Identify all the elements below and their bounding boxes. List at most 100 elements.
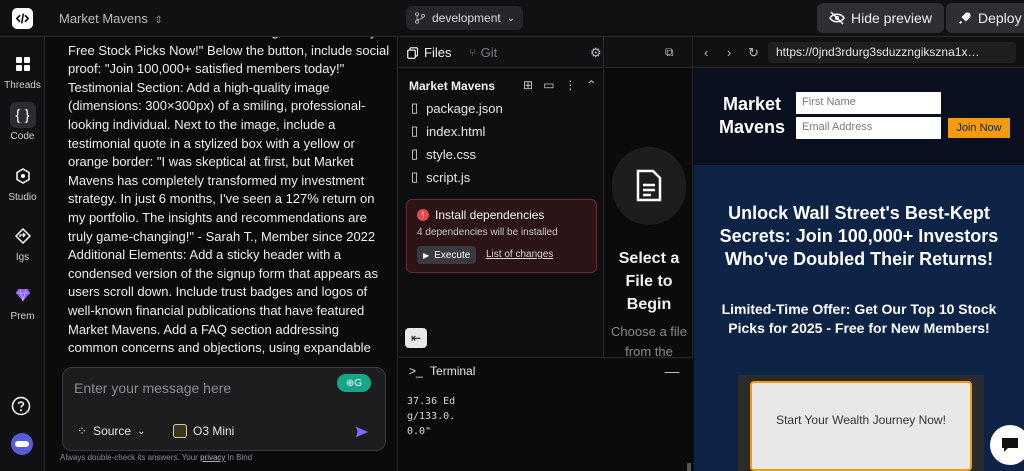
terminal-panel: >_ Terminal — 37.36 Ed g/133.0. 0.0" [399, 357, 693, 471]
disclaimer-text: Always double-check its answers. Your [60, 453, 198, 462]
grammarly-icon[interactable]: ⊕G [337, 374, 371, 392]
chevron-up-icon[interactable]: ⌃ [586, 78, 596, 92]
tab-files-label: Files [424, 45, 452, 60]
minimize-icon[interactable]: — [665, 363, 679, 379]
file-item[interactable]: ▯ package.json [411, 100, 503, 116]
chat-bubble-icon[interactable] [990, 425, 1024, 465]
new-folder-icon[interactable]: ▭ [543, 78, 554, 92]
site-logo: Market Mavens [718, 94, 786, 137]
cta-container: Start Your Wealth Journey Now! [738, 375, 984, 471]
cube-icon [10, 163, 36, 189]
hide-preview-button[interactable]: Hide preview [817, 3, 944, 33]
chevron-updown-icon: ⇕ [154, 15, 163, 26]
source-icon: ⁘ [77, 424, 88, 438]
rocket-icon [959, 12, 971, 24]
file-icon: ▯ [411, 100, 419, 115]
browser-bar: ‹ › ↻ https://0jnd3rdurg3sduzzngikszna1x… [694, 37, 1024, 68]
site-header: Market Mavens First Name Email Address J… [694, 69, 1024, 165]
grid-icon [10, 51, 36, 77]
tab-files[interactable]: Files [407, 45, 451, 60]
copy-icon [407, 46, 419, 59]
source-selector[interactable]: ⁘ Source ⌄ [77, 424, 145, 438]
cta-button[interactable]: Start Your Wealth Journey Now! [750, 381, 972, 471]
file-item[interactable]: ▯ style.css [411, 146, 476, 162]
message-input[interactable]: Enter your message here [74, 380, 231, 396]
avatar[interactable] [11, 433, 33, 455]
chat-panel: Add a bold CTA button in contrasting col… [46, 37, 398, 471]
first-name-field[interactable]: First Name [796, 92, 941, 114]
play-icon: ▶ [423, 250, 430, 260]
message-composer[interactable]: Enter your message here ⊕G ⁘ Source ⌄ O3… [62, 367, 386, 451]
file-name: script.js [426, 169, 471, 185]
email-field[interactable]: Email Address [796, 117, 941, 139]
file-name: index.html [426, 123, 486, 139]
forward-icon[interactable]: › [727, 45, 731, 60]
settings-icon[interactable]: ⚙ [590, 45, 602, 61]
model-label: O3 Mini [193, 424, 235, 438]
privacy-link[interactable]: privacy [200, 453, 225, 462]
help-icon[interactable] [11, 396, 31, 421]
branch-name: development [432, 11, 501, 25]
git-branch-icon [415, 12, 425, 24]
project-name: Market Mavens [59, 11, 148, 26]
terminal-scrollbar[interactable] [687, 463, 691, 471]
app-window: Market Mavens ⇕ development ⌄ Hide previ… [0, 0, 1024, 471]
deploy-label: Deploy [978, 10, 1022, 26]
rail-item-studio[interactable]: Studio [0, 163, 45, 203]
files-panel: Files ⑂ Git ⚙ Market Mavens ⊞ ▭ ⋮ ⌃ ▯ pac… [399, 37, 604, 357]
refresh-icon[interactable]: ↻ [748, 45, 759, 61]
rail-label: Prem [10, 311, 35, 322]
git-icon: ⑂ [469, 46, 476, 59]
execute-button[interactable]: ▶ Execute [417, 246, 477, 264]
open-external-icon[interactable]: ⧉ [665, 45, 674, 60]
collapse-panel-icon[interactable]: ⇤ [405, 328, 427, 348]
source-label: Source [93, 424, 132, 438]
send-icon[interactable] [355, 425, 369, 442]
file-icon: ▯ [411, 146, 419, 161]
error-icon: ! [417, 209, 429, 221]
dependency-title-text: Install dependencies [435, 208, 545, 222]
app-logo-icon[interactable] [12, 8, 33, 29]
list-of-changes-link[interactable]: List of changes [486, 249, 553, 260]
new-file-icon[interactable]: ⊞ [523, 78, 533, 92]
file-item[interactable]: ▯ index.html [411, 123, 485, 139]
rail-item-code[interactable]: { } Code [0, 102, 45, 142]
file-name: package.json [426, 100, 503, 116]
diamond-arrow-icon [10, 223, 36, 249]
rail-item-threads[interactable]: Threads [0, 51, 45, 91]
join-now-button[interactable]: Join Now [948, 118, 1010, 138]
editor-tab-bar: ⧉ [605, 37, 692, 68]
rail-item-prem[interactable]: Prem [0, 282, 45, 322]
hero-subtitle: Limited-Time Offer: Get Our Top 10 Stock… [721, 301, 997, 336]
select-file-sub: Choose a file from the [611, 324, 687, 359]
tab-git[interactable]: ⑂ Git [469, 45, 497, 60]
rail-item-igs[interactable]: Igs [0, 223, 45, 263]
execute-label: Execute [434, 249, 471, 261]
url-bar[interactable]: https://0jnd3rdurg3sduzzngikszna1x… [768, 42, 1016, 63]
dependency-sub: 4 dependencies will be installed [417, 227, 558, 238]
left-rail: Threads { } Code Studio Igs Prem [0, 37, 45, 471]
branch-selector[interactable]: development ⌄ [406, 6, 524, 30]
deploy-button[interactable]: Deploy [946, 3, 1024, 33]
chevron-down-icon: ⌄ [137, 425, 146, 437]
rail-label: Code [10, 131, 35, 142]
disclaimer: Always double-check its answers. Your pr… [60, 453, 252, 462]
model-selector[interactable]: O3 Mini [173, 424, 234, 438]
back-icon[interactable]: ‹ [704, 45, 708, 60]
more-icon[interactable]: ⋮ [564, 78, 576, 92]
eye-off-icon [829, 11, 845, 25]
hero-title: Unlock Wall Street's Best-Kept Secrets: … [719, 203, 999, 269]
file-item[interactable]: ▯ script.js [411, 169, 470, 185]
tab-git-label: Git [480, 45, 498, 60]
terminal-header[interactable]: >_ Terminal [409, 364, 475, 378]
rail-label: Threads [4, 80, 41, 91]
file-tree-title: Market Mavens [409, 79, 496, 93]
rail-label: Studio [8, 192, 37, 203]
top-bar: Market Mavens ⇕ development ⌄ Hide previ… [0, 0, 1024, 37]
rail-label: Igs [15, 252, 30, 263]
project-switcher[interactable]: Market Mavens ⇕ [59, 11, 163, 26]
terminal-title: Terminal [430, 364, 476, 378]
preview-panel: ‹ › ↻ https://0jnd3rdurg3sduzzngikszna1x… [694, 37, 1024, 471]
openai-icon [173, 424, 187, 438]
select-file-title: Select a File to Begin [618, 250, 680, 313]
